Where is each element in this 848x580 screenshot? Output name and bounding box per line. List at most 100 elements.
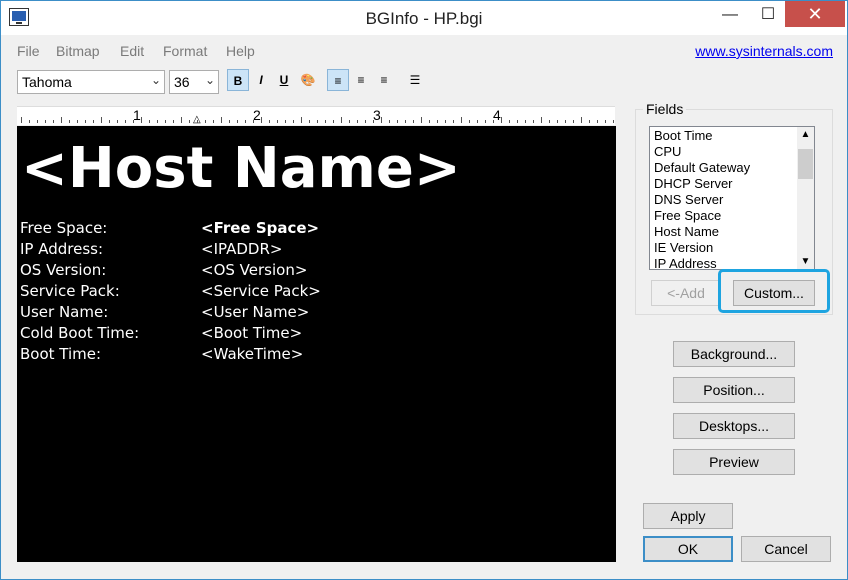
italic-button[interactable]: I	[250, 69, 272, 91]
list-item[interactable]: Default Gateway	[654, 160, 750, 175]
scroll-up-icon[interactable]: ▲	[797, 129, 814, 140]
ruler-tick	[389, 120, 390, 123]
ruler-tick	[245, 120, 246, 123]
ruler-tick	[549, 120, 550, 123]
list-item[interactable]: CPU	[654, 144, 681, 159]
title-bar: BGInfo - HP.bgi — ☐ ✕	[1, 1, 847, 35]
ruler-tick	[157, 120, 158, 123]
cancel-button[interactable]: Cancel	[741, 536, 831, 562]
ruler-tick	[165, 120, 166, 123]
align-center-button[interactable]: ≡	[350, 69, 372, 91]
ruler-tick	[213, 120, 214, 123]
ruler-tick	[229, 120, 230, 123]
align-left-button[interactable]: ≡	[327, 69, 349, 91]
ruler-tick	[469, 120, 470, 123]
info-value: <Boot Time>	[201, 324, 303, 342]
ruler-tick	[189, 120, 190, 123]
menu-bitmap[interactable]: Bitmap	[56, 43, 100, 59]
ruler-tick	[61, 117, 62, 123]
info-value: <User Name>	[201, 303, 310, 321]
list-item[interactable]: DNS Server	[654, 192, 723, 207]
ruler-tick	[101, 117, 102, 123]
ruler-tick	[357, 120, 358, 123]
ruler-tick	[493, 120, 494, 123]
ruler-tick	[37, 120, 38, 123]
list-item[interactable]: IP Address	[654, 256, 717, 269]
info-label: OS Version:	[20, 261, 107, 279]
ruler-number: 1	[133, 107, 141, 123]
align-right-button[interactable]: ≡	[373, 69, 395, 91]
info-label: Service Pack:	[20, 282, 120, 300]
ruler-tick	[181, 117, 182, 123]
ruler-tick	[309, 120, 310, 123]
ruler-tick	[589, 120, 590, 123]
ruler-tick	[109, 120, 110, 123]
desktops-button[interactable]: Desktops...	[673, 413, 795, 439]
info-value: <Free Space>	[201, 219, 320, 237]
background-button[interactable]: Background...	[673, 341, 795, 367]
chevron-down-icon: ⌄	[204, 73, 215, 87]
ruler-tick	[29, 120, 30, 123]
scroll-down-icon[interactable]: ▼	[797, 256, 814, 267]
sysinternals-link[interactable]: www.sysinternals.com	[695, 43, 833, 59]
ruler-tick	[445, 120, 446, 123]
color-palette-icon[interactable]: 🎨	[297, 69, 319, 91]
ruler-tick	[325, 120, 326, 123]
underline-button[interactable]: U	[273, 69, 295, 91]
list-item[interactable]: Host Name	[654, 224, 719, 239]
ruler-number: 4	[493, 107, 501, 123]
add-field-button[interactable]: <-Add	[651, 280, 721, 306]
ruler-tick	[381, 117, 382, 123]
ruler-tick	[373, 120, 374, 123]
apply-button[interactable]: Apply	[643, 503, 733, 529]
ruler-tick	[53, 120, 54, 123]
hostname-text: <Host Name>	[21, 136, 461, 201]
ruler-tick	[293, 120, 294, 123]
info-label: Boot Time:	[20, 345, 102, 363]
ruler-tick	[173, 120, 174, 123]
info-value: <WakeTime>	[201, 345, 304, 363]
info-value: <Service Pack>	[201, 282, 321, 300]
ruler-tick	[125, 120, 126, 123]
menu-edit[interactable]: Edit	[120, 43, 144, 59]
ruler-tick	[261, 117, 262, 123]
ruler-tick	[117, 120, 118, 123]
list-item[interactable]: Boot Time	[654, 128, 713, 143]
menu-help[interactable]: Help	[226, 43, 255, 59]
bullet-list-button[interactable]: ☰	[404, 69, 426, 91]
ruler-tick	[45, 120, 46, 123]
list-scrollbar[interactable]: ▲ ▼	[797, 127, 814, 269]
close-button[interactable]: ✕	[785, 1, 845, 27]
scroll-thumb[interactable]	[798, 149, 813, 179]
ruler-tick	[509, 120, 510, 123]
list-item[interactable]: IE Version	[654, 240, 713, 255]
ruler: 1 2 3 4 △	[17, 106, 615, 125]
ruler-tick	[461, 117, 462, 123]
font-size-select[interactable]: 36 ⌄	[169, 70, 219, 94]
ruler-tick	[437, 120, 438, 123]
ruler-tick	[285, 120, 286, 123]
font-family-select[interactable]: Tahoma ⌄	[17, 70, 165, 94]
menu-file[interactable]: File	[17, 43, 40, 59]
ruler-tick	[429, 120, 430, 123]
ruler-tick	[477, 120, 478, 123]
ruler-tick	[541, 117, 542, 123]
list-item[interactable]: DHCP Server	[654, 176, 733, 191]
list-item[interactable]: Free Space	[654, 208, 721, 223]
ruler-number: 2	[253, 107, 261, 123]
menu-format[interactable]: Format	[163, 43, 207, 59]
bold-button[interactable]: B	[227, 69, 249, 91]
ruler-tick	[77, 120, 78, 123]
fields-listbox[interactable]: Boot Time CPU Default Gateway DHCP Serve…	[649, 126, 815, 270]
position-button[interactable]: Position...	[673, 377, 795, 403]
bginfo-window: BGInfo - HP.bgi — ☐ ✕ File Bitmap Edit F…	[0, 0, 848, 580]
ruler-tick	[413, 120, 414, 123]
ruler-tick	[605, 120, 606, 123]
info-label: Free Space:	[20, 219, 108, 237]
background-preview-canvas[interactable]: <Host Name> Free Space: <Free Space> IP …	[17, 126, 616, 562]
ok-button[interactable]: OK	[643, 536, 733, 562]
preview-button[interactable]: Preview	[673, 449, 795, 475]
ruler-tick	[93, 120, 94, 123]
info-label: User Name:	[20, 303, 109, 321]
chevron-down-icon: ⌄	[150, 73, 161, 87]
